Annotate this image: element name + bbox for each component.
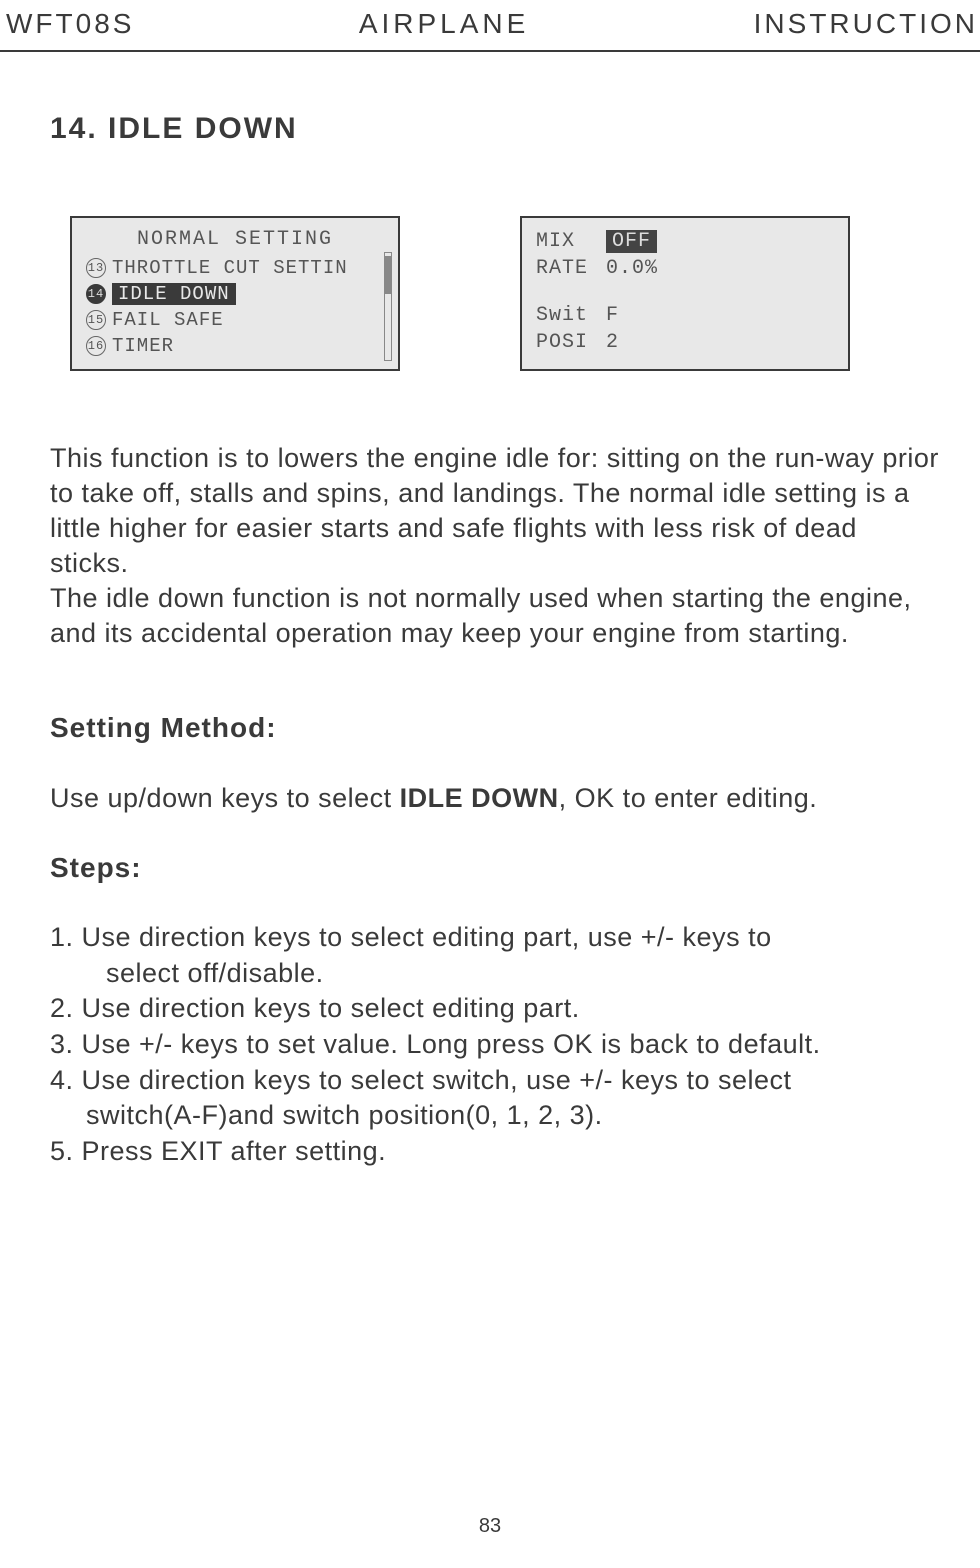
- menu-number-icon: 15: [86, 310, 106, 330]
- instruction-text-post: , OK to enter editing.: [559, 783, 818, 813]
- setting-label: RATE: [536, 257, 606, 280]
- lcd-screen-menu: NORMAL SETTING 13 THROTTLE CUT SETTIN 14…: [70, 216, 400, 371]
- setting-row-posi: POSI 2: [536, 329, 834, 356]
- description-paragraph: This function is to lowers the engine id…: [50, 441, 940, 581]
- menu-item-throttle-cut: 13 THROTTLE CUT SETTIN: [86, 255, 384, 281]
- lcd-menu-title: NORMAL SETTING: [86, 228, 384, 251]
- scroll-thumb-icon: [385, 256, 391, 293]
- menu-label: FAIL SAFE: [112, 309, 224, 331]
- instruction-text-bold: IDLE DOWN: [400, 783, 559, 813]
- setting-row-swit: Swit F: [536, 302, 834, 329]
- step-continuation: select off/disable.: [50, 956, 940, 992]
- setting-value: F: [606, 304, 834, 327]
- menu-item-fail-safe: 15 FAIL SAFE: [86, 307, 384, 333]
- lcd-screens: NORMAL SETTING 13 THROTTLE CUT SETTIN 14…: [70, 216, 940, 371]
- step-item: 2. Use direction keys to select editing …: [50, 991, 940, 1027]
- step-item: 4. Use direction keys to select switch, …: [50, 1063, 940, 1099]
- setting-method-text: Use up/down keys to select IDLE DOWN, OK…: [50, 780, 940, 816]
- setting-method-heading: Setting Method:: [50, 712, 940, 744]
- section-title: 14. IDLE DOWN: [50, 112, 940, 146]
- menu-item-timer: 16 TIMER: [86, 333, 384, 359]
- setting-row-rate: RATE 0.0%: [536, 255, 834, 282]
- setting-row-mix: MIX OFF: [536, 228, 834, 255]
- page-number: 83: [479, 1515, 501, 1538]
- menu-label: THROTTLE CUT SETTIN: [112, 257, 348, 279]
- setting-label: POSI: [536, 331, 606, 354]
- step-item: 3. Use +/- keys to set value. Long press…: [50, 1027, 940, 1063]
- menu-label-selected: IDLE DOWN: [112, 283, 236, 305]
- menu-label: TIMER: [112, 335, 174, 357]
- setting-label: Swit: [536, 304, 606, 327]
- lcd-screen-settings: MIX OFF RATE 0.0% Swit F POSI 2: [520, 216, 850, 371]
- menu-number-icon: 14: [86, 284, 106, 304]
- step-continuation: switch(A-F)and switch position(0, 1, 2, …: [50, 1098, 940, 1134]
- description-paragraph: The idle down function is not normally u…: [50, 581, 940, 651]
- step-item: 1. Use direction keys to select editing …: [50, 920, 940, 956]
- setting-value: 0.0%: [606, 257, 834, 280]
- step-item: 5. Press EXIT after setting.: [50, 1134, 940, 1170]
- steps-heading: Steps:: [50, 852, 940, 884]
- scrollbar-icon: [384, 252, 392, 361]
- menu-number-icon: 16: [86, 336, 106, 356]
- setting-value-highlighted: OFF: [606, 230, 657, 253]
- description-block: This function is to lowers the engine id…: [50, 441, 940, 652]
- menu-number-icon: 13: [86, 258, 106, 278]
- page-content: 14. IDLE DOWN NORMAL SETTING 13 THROTTLE…: [0, 52, 980, 1169]
- header-mode: AIRPLANE: [359, 8, 530, 40]
- menu-item-idle-down: 14 IDLE DOWN: [86, 281, 384, 307]
- setting-label: MIX: [536, 230, 606, 253]
- setting-value: 2: [606, 331, 834, 354]
- steps-list: 1. Use direction keys to select editing …: [50, 920, 940, 1169]
- instruction-text-pre: Use up/down keys to select: [50, 783, 400, 813]
- header-type: INSTRUCTION: [754, 8, 980, 40]
- header-model: WFT08S: [0, 8, 134, 40]
- page-header: WFT08S AIRPLANE INSTRUCTION: [0, 0, 980, 52]
